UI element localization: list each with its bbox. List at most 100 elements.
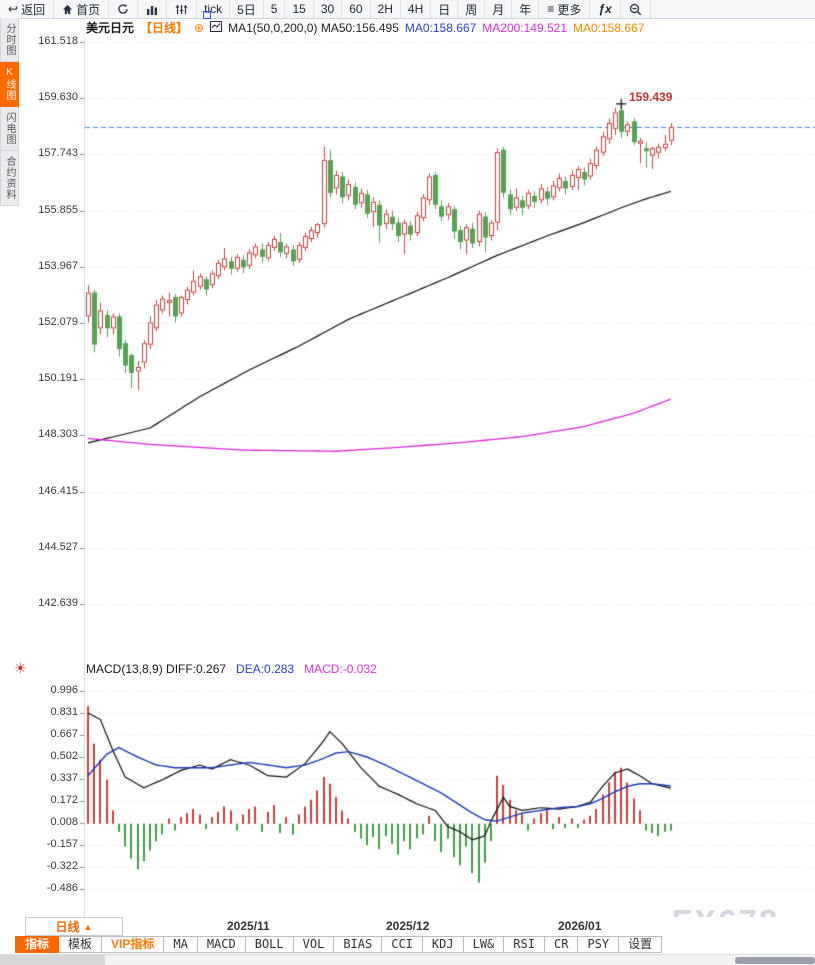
interval-year-button[interactable]: 年 xyxy=(512,0,539,18)
ma0-orange-value: MA0:158.667 xyxy=(573,21,644,35)
tab-settings[interactable]: 设置 xyxy=(619,936,662,953)
interval-week-button[interactable]: 周 xyxy=(458,0,485,18)
sidebar-tab-lightning[interactable]: 闪电图 xyxy=(0,107,19,151)
sliders-icon xyxy=(175,4,188,15)
period-tag: 【日线】 xyxy=(140,19,188,36)
tab-boll[interactable]: BOLL xyxy=(246,936,294,953)
more-button[interactable]: ≡ 更多 xyxy=(539,0,590,18)
tab-vip-indicator[interactable]: VIP指标 xyxy=(102,936,164,953)
interval-60min-button[interactable]: 60 xyxy=(342,0,370,18)
scrollbar-corner xyxy=(0,955,105,965)
month-label: 2026/01 xyxy=(558,919,628,933)
price-macd-chart-canvas[interactable] xyxy=(0,0,815,965)
tab-macd[interactable]: MACD xyxy=(198,936,246,953)
price-tick: 159.630 xyxy=(20,91,78,103)
macd-tick: -0.322 xyxy=(20,860,78,872)
price-tick: 152.079 xyxy=(20,316,78,328)
sidebar-tab-kline[interactable]: K线图 xyxy=(0,62,19,107)
price-tick: 150.191 xyxy=(20,372,78,384)
sidebar-tab-contract-info[interactable]: 合约资料 xyxy=(0,151,19,206)
price-tick: 153.967 xyxy=(20,260,78,272)
interval-label: 15 xyxy=(292,2,305,16)
price-tick: 144.527 xyxy=(20,541,78,553)
interval-2h-button[interactable]: 2H xyxy=(371,0,401,18)
home-button[interactable]: 首页 xyxy=(54,0,109,18)
zoom-out-icon xyxy=(629,3,642,16)
interval-label: 5日 xyxy=(237,1,256,18)
circle-plus-icon[interactable]: ⊕ xyxy=(194,21,204,35)
interval-label: 5 xyxy=(271,2,278,16)
interval-5day-button[interactable]: 5日 xyxy=(230,0,264,18)
scrollbar-thumb[interactable] xyxy=(735,957,815,964)
tab-template[interactable]: 模板 xyxy=(59,936,102,953)
interval-label: 月 xyxy=(492,1,504,18)
menu-icon: ≡ xyxy=(547,2,554,16)
home-label: 首页 xyxy=(76,1,100,18)
home-icon xyxy=(62,4,73,15)
back-label: 返回 xyxy=(21,1,45,18)
ma200-value: MA200:149.521 xyxy=(482,21,567,35)
tab-cr[interactable]: CR xyxy=(545,936,578,953)
period-selector-label: 日线 xyxy=(56,918,80,935)
macd-dea-label: DEA:0.283 xyxy=(236,662,294,676)
tab-lw[interactable]: LW& xyxy=(464,936,505,953)
tab-indicator[interactable]: 指标 xyxy=(15,936,59,953)
interval-label: 4H xyxy=(408,2,423,16)
price-panel-header: 美元日元 【日线】 ⊕ MA1(50,0,200,0) MA50:156.495… xyxy=(86,20,644,35)
tab-kdj[interactable]: KDJ xyxy=(423,936,464,953)
formula-fx-button[interactable]: ƒx xyxy=(590,0,620,18)
high-price-annotation: 159.439 xyxy=(629,90,672,104)
back-button[interactable]: ↩ 返回 xyxy=(0,0,54,18)
formula-icon: ƒx xyxy=(598,2,611,16)
interval-15min-button[interactable]: 15 xyxy=(285,0,313,18)
price-tick: 146.415 xyxy=(20,485,78,497)
sun-indicator-icon[interactable]: ☀ xyxy=(14,660,27,677)
tab-rsi[interactable]: RSI xyxy=(504,936,545,953)
interval-label: 年 xyxy=(519,1,531,18)
mini-chart-icon[interactable] xyxy=(210,21,222,35)
month-label: 2025/12 xyxy=(386,919,456,933)
ma-settings-label: MA1(50,0,200,0) MA50:156.495 xyxy=(228,21,399,35)
refresh-button[interactable] xyxy=(109,0,138,18)
back-arrow-icon: ↩ xyxy=(8,2,18,16)
period-selector[interactable]: 日线 ▲ xyxy=(25,917,123,936)
settings-sliders-button[interactable] xyxy=(167,0,197,18)
macd-tick: 0.996 xyxy=(20,684,78,696)
chart-type-button[interactable] xyxy=(138,0,167,18)
indicator-tab-row: 指标 模板 VIP指标 MA MACD BOLL VOL BIAS CCI KD… xyxy=(0,936,815,955)
macd-tick: 0.008 xyxy=(20,816,78,828)
price-tick: 148.303 xyxy=(20,428,78,440)
price-tick: 157.743 xyxy=(20,147,78,159)
tab-ma[interactable]: MA xyxy=(164,936,197,953)
zoom-out-button[interactable] xyxy=(621,0,651,18)
macd-tick: 0.172 xyxy=(20,794,78,806)
focus-artifact xyxy=(203,11,211,19)
interval-month-button[interactable]: 月 xyxy=(485,0,512,18)
tab-bias[interactable]: BIAS xyxy=(334,936,382,953)
interval-4h-button[interactable]: 4H xyxy=(401,0,431,18)
macd-tick: 0.831 xyxy=(20,706,78,718)
price-tick: 161.518 xyxy=(20,35,78,47)
macd-tick: 0.337 xyxy=(20,772,78,784)
price-tick: 155.855 xyxy=(20,204,78,216)
interval-label: 周 xyxy=(465,1,477,18)
interval-day-button[interactable]: 日 xyxy=(431,0,458,18)
top-toolbar: ↩ 返回 首页 tick 5日 5 15 30 60 2H 4H 日 周 月 年… xyxy=(0,0,815,19)
tab-psy[interactable]: PSY xyxy=(578,936,619,953)
tab-vol[interactable]: VOL xyxy=(294,936,335,953)
interval-30min-button[interactable]: 30 xyxy=(314,0,342,18)
interval-label: 30 xyxy=(321,2,334,16)
macd-tick: 0.667 xyxy=(20,728,78,740)
sidebar-tab-time-share[interactable]: 分时图 xyxy=(0,18,19,62)
tab-cci[interactable]: CCI xyxy=(382,936,423,953)
interval-5min-button[interactable]: 5 xyxy=(264,0,286,18)
macd-tick: -0.486 xyxy=(20,882,78,894)
month-label: 2025/11 xyxy=(227,919,297,933)
interval-label: 日 xyxy=(438,1,450,18)
macd-panel-header: MACD(13,8,9) DIFF:0.267 DEA:0.283 MACD:-… xyxy=(86,661,377,676)
refresh-icon xyxy=(117,3,129,15)
horizontal-scrollbar[interactable] xyxy=(0,954,815,965)
macd-value-label: MACD:-0.032 xyxy=(304,662,377,676)
macd-tick: 0.502 xyxy=(20,750,78,762)
bar-chart-icon xyxy=(146,4,158,15)
